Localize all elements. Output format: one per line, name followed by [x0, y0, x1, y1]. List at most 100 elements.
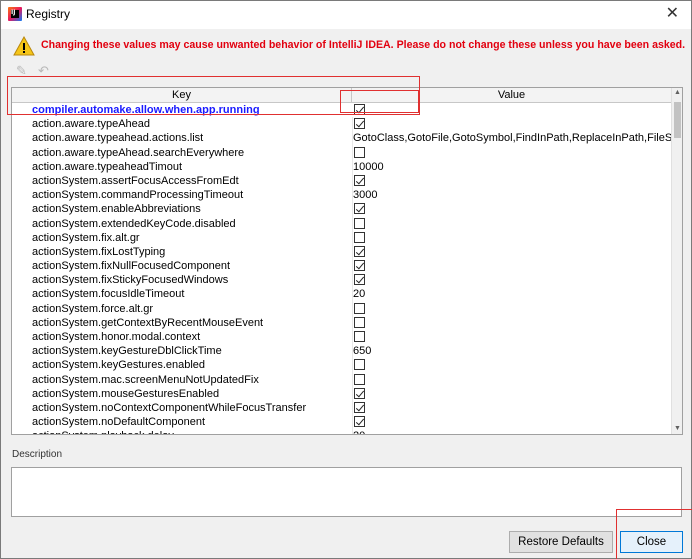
table-row[interactable]: actionSystem.fixStickyFocusedWindows — [12, 273, 672, 287]
registry-value-checkbox-cell[interactable] — [353, 245, 671, 259]
checkbox-unchecked[interactable] — [354, 359, 365, 371]
table-row[interactable]: actionSystem.fixNullFocusedComponent — [12, 259, 672, 273]
registry-value-checkbox-cell[interactable] — [353, 316, 671, 330]
checkbox-checked[interactable] — [354, 174, 365, 186]
table-row[interactable]: actionSystem.focusIdleTimeout 20 — [12, 287, 672, 301]
pencil-icon[interactable]: ✎ — [16, 65, 30, 79]
checkbox-checked[interactable] — [354, 401, 365, 413]
table-row[interactable]: action.aware.typeAhead — [12, 117, 672, 131]
registry-value[interactable]: 20 — [353, 287, 671, 301]
table-row[interactable]: action.aware.typeaheadTimout 10000 — [12, 160, 672, 174]
checkbox-checked[interactable] — [354, 245, 365, 257]
registry-key: actionSystem.extendedKeyCode.disabled — [32, 217, 236, 230]
undo-icon[interactable]: ↶ — [38, 65, 52, 79]
checkbox-unchecked[interactable] — [354, 302, 365, 314]
registry-key: actionSystem.keyGestures.enabled — [32, 359, 206, 372]
restore-defaults-button[interactable]: Restore Defaults — [509, 531, 613, 553]
checkbox-unchecked[interactable] — [354, 316, 365, 328]
table-row[interactable]: actionSystem.commandProcessingTimeout 300… — [12, 188, 672, 202]
table-row[interactable]: actionSystem.honor.modal.context — [12, 330, 672, 344]
registry-value-checkbox-cell[interactable] — [353, 231, 671, 245]
window-close-icon[interactable]: ✕ — [666, 5, 679, 21]
checkbox-unchecked[interactable] — [354, 231, 365, 243]
table-header: Key Value — [12, 88, 672, 103]
column-header-value[interactable]: Value — [352, 88, 672, 103]
registry-value-checkbox-cell[interactable] — [353, 146, 671, 160]
registry-key: action.aware.typeAhead.searchEverywhere — [32, 146, 245, 159]
registry-key: compiler.automake.allow.when.app.running — [32, 104, 260, 116]
registry-value-checkbox-cell[interactable] — [353, 103, 671, 117]
table-row[interactable]: actionSystem.getContextByRecentMouseEven… — [12, 316, 672, 330]
registry-toolbar: ✎ ↶ — [16, 65, 56, 79]
table-row[interactable]: actionSystem.playback.delay20 — [12, 429, 672, 434]
table-row[interactable]: action.aware.typeAhead.searchEverywhere — [12, 146, 672, 160]
table-row[interactable]: actionSystem.extendedKeyCode.disabled — [12, 217, 672, 231]
description-box[interactable] — [11, 467, 682, 517]
registry-value[interactable]: 20 — [353, 429, 671, 434]
scroll-up-icon[interactable]: ▲ — [672, 88, 682, 98]
registry-value[interactable]: GotoClass,GotoFile,GotoSymbol,FindInPath… — [353, 131, 671, 145]
registry-key: actionSystem.commandProcessingTimeout — [32, 189, 244, 202]
registry-value-checkbox-cell[interactable] — [353, 330, 671, 344]
registry-key: action.aware.typeahead.actions.list — [32, 132, 204, 145]
description-label: Description — [12, 449, 63, 460]
intellij-logo-icon: IJ — [8, 7, 22, 21]
registry-key: actionSystem.getContextByRecentMouseEven… — [32, 316, 264, 329]
table-row[interactable]: action.aware.typeahead.actions.list GotoC… — [12, 131, 672, 145]
registry-value[interactable]: 3000 — [353, 188, 671, 202]
registry-key: actionSystem.playback.delay — [32, 429, 350, 434]
registry-key: actionSystem.noContextComponentWhileFocu… — [32, 401, 307, 414]
registry-key: action.aware.typeaheadTimout — [32, 160, 183, 173]
registry-value-checkbox-cell[interactable] — [353, 358, 671, 372]
vertical-scrollbar[interactable]: ▲ ▼ — [671, 88, 682, 434]
checkbox-checked[interactable] — [354, 260, 365, 272]
table-row[interactable]: compiler.automake.allow.when.app.running — [12, 103, 672, 118]
registry-value[interactable]: 10000 — [353, 160, 671, 174]
checkbox-unchecked[interactable] — [354, 217, 365, 229]
close-button[interactable]: Close — [620, 531, 683, 553]
checkbox-unchecked[interactable] — [354, 331, 365, 342]
registry-key: actionSystem.force.alt.gr — [32, 302, 154, 315]
registry-key: actionSystem.honor.modal.context — [32, 331, 201, 343]
registry-value-checkbox-cell[interactable] — [353, 302, 671, 316]
registry-value-checkbox-cell[interactable] — [353, 259, 671, 273]
scroll-thumb[interactable] — [674, 102, 681, 138]
registry-value-checkbox-cell[interactable] — [353, 373, 671, 387]
checkbox-checked[interactable] — [354, 203, 365, 215]
registry-value-checkbox-cell[interactable] — [353, 202, 671, 216]
table-row[interactable]: actionSystem.enableAbbreviations — [12, 202, 672, 216]
registry-value-checkbox-cell[interactable] — [353, 387, 671, 401]
scroll-down-icon[interactable]: ▼ — [672, 424, 682, 434]
checkbox-checked[interactable] — [354, 104, 365, 115]
table-row[interactable]: actionSystem.mouseGesturesEnabled — [12, 387, 672, 401]
registry-dialog: IJ Registry ✕ Changing these values may … — [0, 0, 692, 559]
table-row[interactable]: actionSystem.noDefaultComponent — [12, 415, 672, 429]
checkbox-checked[interactable] — [354, 416, 365, 428]
window-title: Registry — [26, 7, 71, 21]
registry-value-checkbox-cell[interactable] — [353, 273, 671, 287]
checkbox-unchecked[interactable] — [354, 373, 365, 385]
table-row[interactable]: actionSystem.assertFocusAccessFromEdt — [12, 174, 672, 188]
checkbox-checked[interactable] — [354, 387, 365, 399]
checkbox-checked[interactable] — [354, 274, 365, 286]
table-row[interactable]: actionSystem.fix.alt.gr — [12, 231, 672, 245]
warning-icon — [13, 36, 35, 56]
table-row[interactable]: actionSystem.noContextComponentWhileFocu… — [12, 401, 672, 415]
registry-value-checkbox-cell[interactable] — [353, 415, 671, 429]
table-row[interactable]: actionSystem.mac.screenMenuNotUpdatedFix — [12, 373, 672, 387]
table-row[interactable]: actionSystem.keyGestureDblClickTime 650 — [12, 344, 672, 358]
registry-value-checkbox-cell[interactable] — [353, 117, 671, 131]
checkbox-unchecked[interactable] — [354, 146, 365, 158]
registry-key: actionSystem.keyGestureDblClickTime — [32, 345, 222, 358]
column-header-key[interactable]: Key — [12, 88, 352, 103]
registry-value-checkbox-cell[interactable] — [353, 217, 671, 231]
table-row[interactable]: actionSystem.force.alt.gr — [12, 302, 672, 316]
registry-key: actionSystem.enableAbbreviations — [32, 203, 201, 216]
checkbox-checked[interactable] — [354, 118, 365, 130]
registry-value[interactable]: 650 — [353, 344, 671, 358]
registry-value-checkbox-cell[interactable] — [353, 401, 671, 415]
table-row[interactable]: actionSystem.fixLostTyping — [12, 245, 672, 259]
table-row[interactable]: actionSystem.keyGestures.enabled — [12, 358, 672, 372]
registry-key: actionSystem.mouseGesturesEnabled — [32, 387, 220, 400]
registry-value-checkbox-cell[interactable] — [353, 174, 671, 188]
